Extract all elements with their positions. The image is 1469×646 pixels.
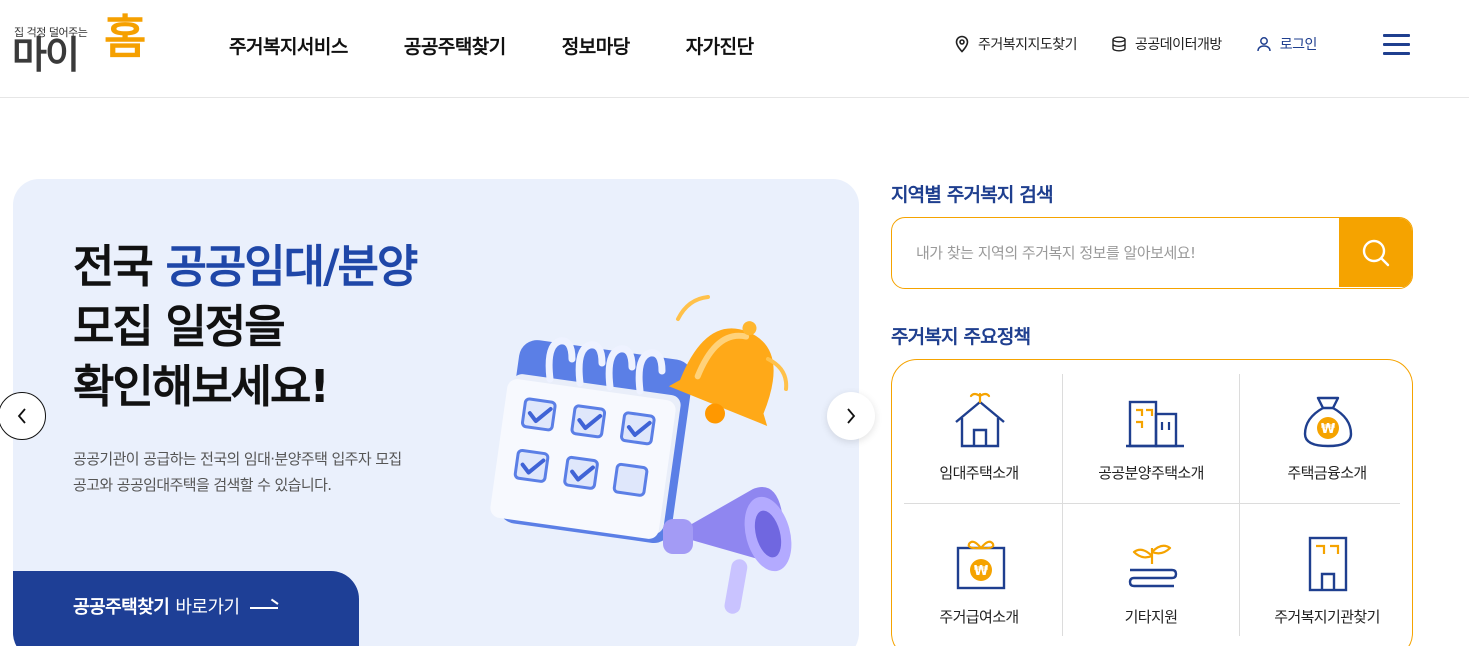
policy-housing-benefit[interactable]: ₩ 주거급여소개: [894, 508, 1064, 638]
nav-housing-welfare-service[interactable]: 주거복지서비스: [229, 32, 348, 59]
banner-prev-button[interactable]: [0, 392, 46, 440]
main-nav: 주거복지서비스 공공주택찾기 정보마당 자가진단: [229, 32, 754, 59]
house-sprout-icon: [955, 392, 1005, 448]
nav-self-diagnosis[interactable]: 자가진단: [686, 32, 754, 59]
logo-name-b: 홈: [104, 10, 147, 64]
policy-public-sale-housing[interactable]: 공공분양주택소개: [1066, 364, 1236, 494]
policy-grid: 임대주택소개 공공분양주택소개 ₩ 주택금융소개 ₩ 주거급여소개 기타지원 주…: [891, 359, 1413, 646]
policy-label: 주거복지기관찾기: [1274, 608, 1380, 626]
chevron-right-icon: [847, 408, 856, 424]
login-link[interactable]: 로그인: [1256, 34, 1317, 54]
nav-info-plaza[interactable]: 정보마당: [562, 32, 630, 59]
policy-housing-finance[interactable]: ₩ 주택금융소개: [1242, 364, 1412, 494]
site-header: 집 걱정 덜어주는 마이 홈 주거복지서비스 공공주택찾기 정보마당 자가진단 …: [0, 0, 1469, 98]
location-pin-icon: [955, 35, 969, 53]
banner-next-button[interactable]: [827, 392, 875, 440]
policies-title: 주거복지 주요정책: [891, 326, 1031, 348]
policy-label: 기타지원: [1124, 608, 1178, 626]
open-data-label: 공공데이터개방: [1135, 37, 1222, 53]
office-building-icon: [1308, 536, 1348, 592]
open-data-link[interactable]: 공공데이터개방: [1111, 34, 1222, 54]
policy-label: 임대주택소개: [939, 464, 1019, 482]
banner-title: 전국 공공임대/분양 모집 일정을 확인해보세요!: [73, 237, 418, 417]
user-icon: [1256, 37, 1271, 52]
buildings-icon: [1126, 400, 1184, 448]
nav-public-housing-search[interactable]: 공공주택찾기: [404, 32, 506, 59]
site-logo[interactable]: 집 걱정 덜어주는 마이 홈: [12, 14, 147, 76]
banner-description: 공공기관이 공급하는 전국의 임대·분양주택 입주자 모집공고와 공공임대주택을…: [73, 450, 402, 494]
cta-bold-label: 공공주택찾기: [73, 597, 170, 618]
svg-text:₩: ₩: [1321, 422, 1336, 437]
welfare-map-label: 주거복지지도찾기: [978, 37, 1078, 53]
hamburger-menu-icon[interactable]: [1383, 34, 1411, 56]
banner-title-line2: 모집 일정을: [73, 299, 286, 353]
logo-name-a: 마이: [12, 33, 80, 77]
chevron-left-icon: [17, 408, 26, 424]
policy-other-support[interactable]: 기타지원: [1066, 508, 1236, 638]
policy-welfare-agency-search[interactable]: 주거복지기관찾기: [1242, 508, 1412, 638]
search-icon: [1362, 239, 1389, 266]
sprout-hand-icon: [1128, 544, 1178, 588]
hero-banner: 전국 공공임대/분양 모집 일정을 확인해보세요! 공공기관이 공급하는 전국의…: [13, 179, 859, 646]
banner-title-part1: 전국: [73, 240, 166, 293]
login-label: 로그인: [1279, 37, 1318, 53]
arrow-right-icon: [249, 607, 278, 609]
policy-rental-housing[interactable]: 임대주택소개: [894, 364, 1064, 494]
welfare-map-link[interactable]: 주거복지지도찾기: [954, 34, 1078, 54]
gift-box-icon: ₩: [956, 540, 1006, 590]
region-search-input[interactable]: [892, 218, 1340, 287]
cta-rest-label: 바로가기: [175, 597, 240, 618]
search-button[interactable]: [1339, 218, 1412, 287]
region-search: [891, 217, 1413, 289]
policy-label: 주택금융소개: [1287, 464, 1367, 482]
policy-label: 주거급여소개: [939, 608, 1019, 626]
policy-label: 공공분양주택소개: [1098, 464, 1204, 482]
banner-title-line3: 확인해보세요!: [73, 359, 330, 413]
svg-text:₩: ₩: [974, 564, 989, 579]
database-icon: [1112, 36, 1126, 52]
banner-title-highlight: 공공임대/분양: [165, 240, 418, 293]
region-search-title: 지역별 주거복지 검색: [891, 184, 1054, 206]
calendar-bell-megaphone-illustration: [490, 295, 792, 614]
find-public-housing-button[interactable]: 공공주택찾기 바로가기: [13, 571, 359, 646]
money-bag-icon: ₩: [1303, 396, 1353, 448]
utility-menu: 주거복지지도찾기 공공데이터개방 로그인: [954, 34, 1317, 54]
